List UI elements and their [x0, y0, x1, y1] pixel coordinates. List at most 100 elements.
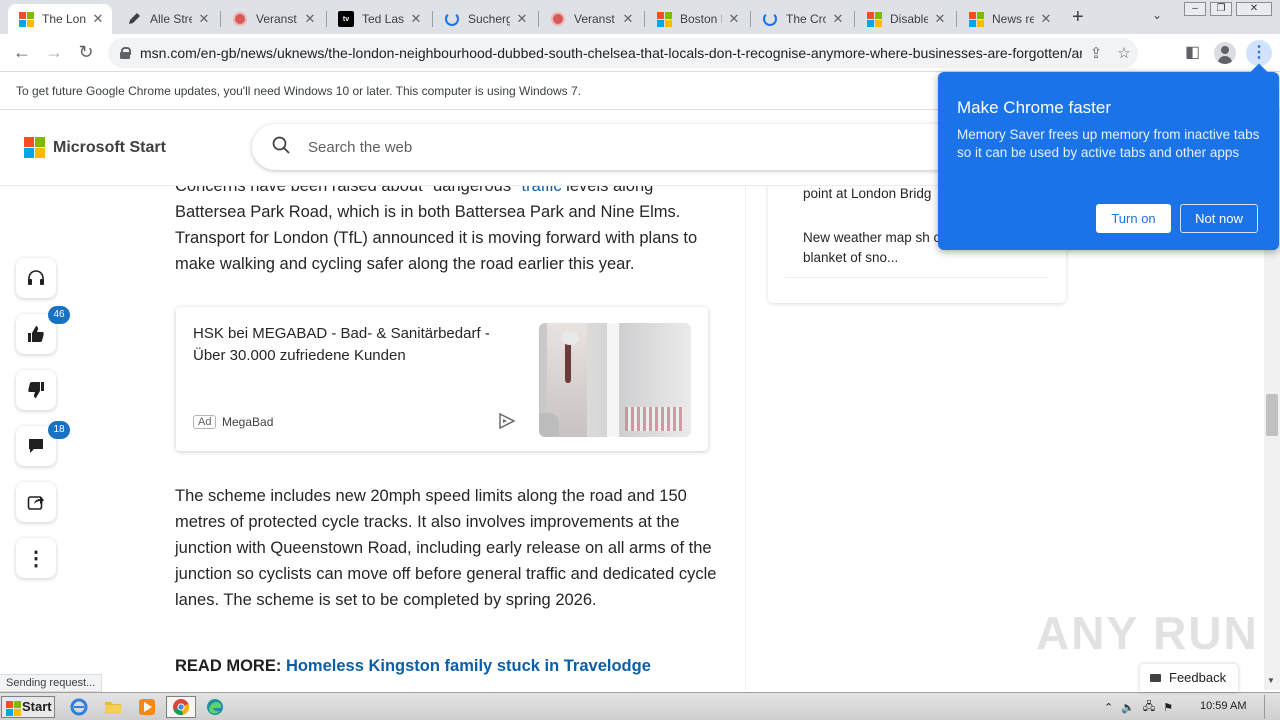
status-bubble: Sending request... [0, 674, 103, 692]
show-desktop-button[interactable] [1264, 695, 1278, 719]
clock[interactable]: 10:59 AM [1200, 700, 1246, 712]
forward-arrow-icon[interactable]: → [42, 42, 66, 64]
tab-divider [432, 11, 433, 27]
microsoft-icon [968, 11, 984, 27]
scroll-down-arrow-icon[interactable]: ▼ [1267, 676, 1275, 685]
article-paragraph-1: Concerns have been raised about "dangero… [175, 173, 725, 277]
not-now-button[interactable]: Not now [1180, 204, 1258, 233]
share-button[interactable] [16, 482, 56, 522]
feedback-button[interactable]: Feedback [1140, 664, 1238, 692]
back-arrow-icon[interactable]: ← [10, 42, 34, 64]
turn-on-button[interactable]: Turn on [1096, 204, 1171, 233]
volume-icon[interactable]: 🔈 [1121, 701, 1135, 714]
chrome-taskbar-icon[interactable] [166, 696, 196, 718]
ad-bathroom-image[interactable] [539, 323, 691, 437]
close-tab-icon[interactable]: ✕ [1038, 11, 1054, 27]
tab-4[interactable]: Sucherg ✕ [434, 4, 536, 34]
tab-divider [326, 11, 327, 27]
ad-choices-icon[interactable] [498, 413, 516, 429]
network-icon[interactable]: 🖧 [1143, 698, 1155, 717]
popup-title: Make Chrome faster [957, 98, 1111, 117]
tab-2[interactable]: Veranst ✕ [222, 4, 324, 34]
feedback-icon [1150, 674, 1161, 682]
tab-title: Veranst [256, 12, 297, 26]
side-panel-icon[interactable]: ◧ [1185, 42, 1200, 62]
tab-7[interactable]: The Cro ✕ [752, 4, 852, 34]
column-divider [745, 186, 746, 690]
ad-title[interactable]: HSK bei MEGABAD - Bad- & Sanitärbedarf -… [193, 323, 523, 367]
close-tab-icon[interactable]: ✕ [620, 11, 636, 27]
appletv-icon: tv [338, 11, 354, 27]
maximize-window-button[interactable]: ❐ [1210, 2, 1232, 16]
chrome-menu-icon[interactable]: ⋮ [1246, 40, 1272, 66]
tab-0[interactable]: The Lond ✕ [8, 4, 112, 34]
feedback-label: Feedback [1169, 670, 1227, 685]
file-explorer-icon[interactable] [100, 696, 126, 718]
sponsored-ad-card[interactable]: HSK bei MEGABAD - Bad- & Sanitärbedarf -… [176, 307, 708, 451]
windows-flag-icon [6, 701, 21, 716]
media-player-icon[interactable] [134, 696, 160, 718]
search-placeholder: Search the web [308, 139, 413, 156]
reload-icon[interactable]: ↻ [74, 42, 98, 64]
loading-spinner-icon [444, 11, 460, 27]
read-more-link[interactable]: Homeless Kingston family stuck in Travel… [286, 657, 651, 675]
more-options-icon[interactable]: ⋮ [16, 538, 56, 578]
share-icon [27, 496, 44, 510]
profile-avatar-icon[interactable] [1214, 42, 1236, 64]
tab-title: Veranst [574, 12, 615, 26]
loading-spinner-icon [762, 11, 778, 27]
dislike-button[interactable] [16, 370, 56, 410]
tab-divider [956, 11, 957, 27]
address-bar[interactable]: msn.com/en-gb/news/uknews/the-london-nei… [108, 38, 1138, 68]
microsoft-icon [656, 11, 672, 27]
tab-divider [220, 11, 221, 27]
microsoft-icon [24, 137, 45, 158]
tab-5[interactable]: Veranst ✕ [540, 4, 642, 34]
tab-divider [750, 11, 751, 27]
tab-8[interactable]: Disabled ✕ [856, 4, 954, 34]
search-icon [272, 136, 290, 154]
show-hidden-icons-icon[interactable]: ⌃ [1104, 701, 1113, 714]
tab-9[interactable]: News rep ✕ [958, 4, 1060, 34]
internet-explorer-icon[interactable] [66, 696, 92, 718]
anyrun-watermark: ANY RUN [1036, 607, 1259, 659]
tab-3[interactable]: tv Ted Lass ✕ [328, 4, 430, 34]
start-button[interactable]: Start [1, 696, 55, 718]
system-tray: ⌃ 🔈 🖧 ⚑ [1104, 693, 1181, 720]
tab-divider [854, 11, 855, 27]
close-tab-icon[interactable]: ✕ [514, 11, 530, 27]
close-tab-icon[interactable]: ✕ [408, 11, 424, 27]
close-tab-icon[interactable]: ✕ [196, 11, 212, 27]
bookmark-star-icon[interactable]: ☆ [1110, 44, 1138, 62]
close-tab-icon[interactable]: ✕ [90, 11, 106, 27]
minimize-window-button[interactable]: – [1184, 2, 1206, 16]
tab-6[interactable]: Boston M ✕ [646, 4, 748, 34]
close-tab-icon[interactable]: ✕ [726, 11, 742, 27]
scrollbar-thumb[interactable] [1266, 394, 1278, 436]
new-tab-button[interactable]: + [1072, 6, 1084, 29]
pen-icon [126, 11, 142, 27]
web-search-box[interactable]: Search the web [252, 124, 972, 170]
tab-search-chevron-icon[interactable]: ⌄ [1152, 8, 1162, 22]
microsoft-icon [866, 11, 882, 27]
microsoft-icon [18, 11, 34, 27]
edge-icon[interactable] [202, 696, 228, 718]
listen-button[interactable] [16, 258, 56, 298]
microsoft-start-logo[interactable]: Microsoft Start [24, 137, 166, 158]
share-icon[interactable]: ⇪ [1082, 44, 1110, 62]
popup-body: Memory Saver frees up memory from inacti… [957, 127, 1260, 160]
action-center-flag-icon[interactable]: ⚑ [1163, 701, 1173, 714]
close-window-button[interactable]: ✕ [1236, 2, 1272, 16]
tab-title: Boston M [680, 12, 722, 26]
url-text[interactable]: msn.com/en-gb/news/uknews/the-london-nei… [140, 45, 1082, 61]
tab-title: Ted Lass [362, 12, 404, 26]
ad-label: Ad [193, 415, 217, 429]
close-tab-icon[interactable]: ✕ [932, 11, 948, 27]
tab-title: Disabled [890, 12, 928, 26]
close-tab-icon[interactable]: ✕ [830, 11, 846, 27]
close-tab-icon[interactable]: ✕ [302, 11, 318, 27]
brand-name: Microsoft Start [53, 138, 166, 156]
lock-icon[interactable] [120, 47, 131, 59]
tab-title: Alle Stre [150, 12, 192, 26]
tab-1[interactable]: Alle Stre ✕ [116, 4, 218, 34]
